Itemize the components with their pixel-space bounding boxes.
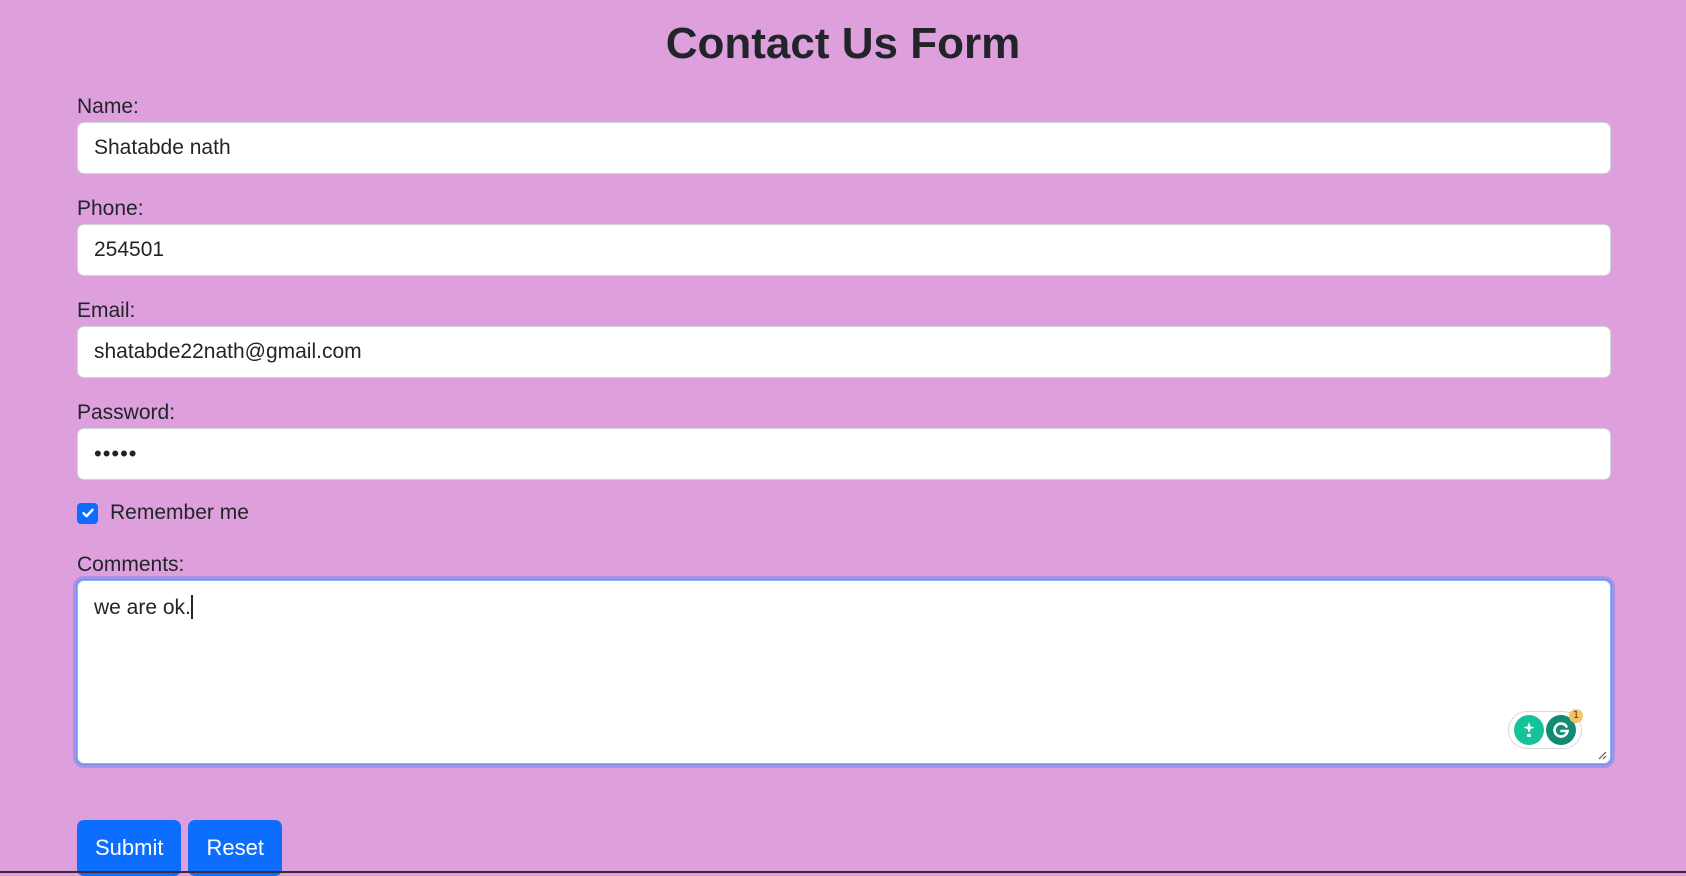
password-group: Password: ••••• — [77, 398, 1611, 480]
comments-text: we are ok. — [94, 596, 191, 619]
grammarly-suggestion-icon[interactable] — [1514, 715, 1544, 745]
phone-group: Phone: 254501 — [77, 194, 1611, 276]
password-field[interactable]: ••••• — [77, 428, 1611, 480]
grammarly-logo-icon[interactable]: 1 — [1546, 709, 1583, 745]
email-group: Email: shatabde22nath@gmail.com — [77, 296, 1611, 378]
remember-me-checkbox[interactable] — [77, 502, 98, 524]
phone-field[interactable]: 254501 — [77, 224, 1611, 276]
comments-group: Comments: we are ok. 1 — [77, 550, 1611, 764]
password-label: Password: — [77, 401, 176, 424]
comments-textarea[interactable]: we are ok. 1 — [77, 580, 1611, 764]
grammarly-badge-count: 1 — [1569, 709, 1583, 723]
email-field[interactable]: shatabde22nath@gmail.com — [77, 326, 1611, 378]
page-title: Contact Us Form — [665, 19, 1021, 68]
grammarly-widget[interactable]: 1 — [1508, 709, 1583, 749]
email-label: Email: — [77, 299, 136, 322]
remember-me-row: Remember me — [77, 498, 1611, 528]
reset-button[interactable]: Reset — [188, 820, 282, 876]
form-buttons: Submit Reset — [77, 820, 282, 876]
name-group: Name: Shatabde nath — [77, 92, 1611, 174]
name-field[interactable]: Shatabde nath — [77, 122, 1611, 174]
contact-form: Name: Shatabde nath Phone: 254501 Email:… — [77, 92, 1611, 764]
resize-handle-icon[interactable] — [1597, 750, 1607, 760]
name-label: Name: — [77, 95, 139, 118]
submit-button[interactable]: Submit — [77, 820, 182, 876]
phone-label: Phone: — [77, 197, 144, 220]
checkmark-icon — [81, 508, 94, 518]
comments-label: Comments: — [77, 553, 185, 576]
text-caret — [190, 595, 193, 619]
remember-me-label[interactable]: Remember me — [110, 501, 249, 525]
